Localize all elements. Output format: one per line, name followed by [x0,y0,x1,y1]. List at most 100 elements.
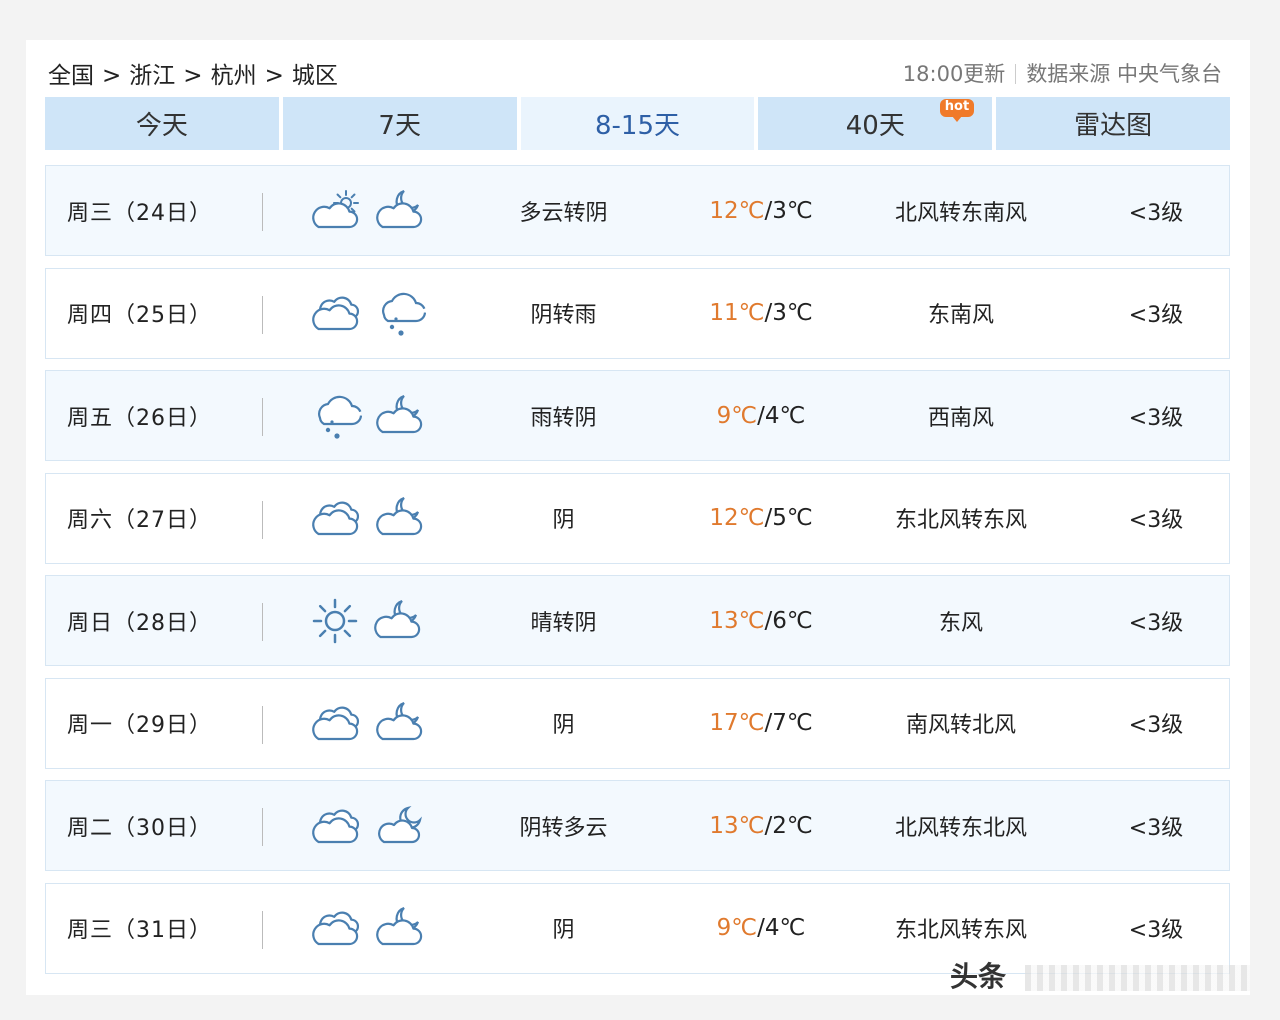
weather-icons [310,679,440,768]
forecast-row: 周六（27日） 阴 12℃/5℃ 东北风转东风 <3级 [45,472,1230,564]
temp-separator: / [764,197,773,224]
low-temperature: 3℃ [772,197,813,224]
temperature-range: 13℃/6℃ [666,576,856,665]
temperature-range: 12℃/3℃ [666,166,856,255]
weather-icons [310,474,440,563]
forecast-row: 周一（29日） 阴 17℃/7℃ 南风转北风 <3级 [45,677,1230,769]
temperature-range: 13℃/2℃ [666,781,856,870]
cloudy-night-icon [372,599,424,643]
watermark-text: 头条 [950,960,1007,993]
tab-label: 今天 [135,111,188,141]
forecast-row: 周日（28日） 晴转阴 13℃/6℃ 东风 <3级 [45,575,1230,666]
cloudy-icon [310,804,362,848]
wind-direction: 东南风 [927,303,994,328]
breadcrumb-urban: 城区 [291,63,338,89]
cloudy-icon [310,906,362,950]
cloudy-icon [310,496,362,540]
temperature-range: 12℃/5℃ [666,474,856,563]
breadcrumb-hangzhou[interactable]: 杭州 [211,56,257,90]
wind-level: <3级 [1128,610,1184,636]
temp-separator: / [764,812,773,839]
divider [262,808,263,846]
forecast-date: 周五（26日） [67,405,212,431]
wind-level: <3级 [1128,303,1184,328]
forecast-row: 周四（25日） 阴转雨 11℃/3℃ 东南风 <3级 [45,267,1230,359]
high-temperature: 12℃ [709,505,765,531]
temperature-range: 9℃/4℃ [666,884,856,973]
temp-separator: / [764,710,773,736]
forecast-date: 周六（27日） [67,508,212,533]
temperature-range: 9℃/4℃ [666,371,856,460]
breadcrumb: 全国 > 浙江 > 杭州 > 城区 [48,56,338,90]
update-info: 18:00更新 数据来源 中央气象台 [903,58,1222,88]
weather-description: 阴 [552,918,575,943]
low-temperature: 3℃ [772,300,813,326]
weather-icons [310,269,440,358]
temp-separator: / [757,915,765,941]
wind-level: <3级 [1128,405,1184,431]
weather-description: 晴转阴 [530,610,597,636]
weather-icons [310,781,440,870]
low-temperature: 6℃ [772,607,813,634]
temp-separator: / [757,402,765,429]
forecast-date: 周日（28日） [67,610,212,636]
weather-icons [310,884,440,973]
sun-icon [310,597,360,645]
breadcrumb-separator: > [183,63,203,89]
forecast-row: 周二（30日） 阴转多云 13℃/2℃ 北风转东北风 <3级 [45,780,1230,871]
tab-40-days[interactable]: 40天 hot [758,97,993,150]
watermark-bar [1025,965,1250,991]
low-temperature: 2℃ [772,812,813,839]
wind-level: <3级 [1128,815,1184,841]
breadcrumb-zhejiang[interactable]: 浙江 [129,56,175,90]
forecast-row: 周三（24日） 多云转阴 12℃/3℃ 北风转东南风 <3级 [45,165,1230,256]
hot-badge: hot [939,99,975,122]
temp-separator: / [764,607,773,634]
forecast-row: 周五（26日） 雨转阴 9℃/4℃ 西南风 <3级 [45,370,1230,461]
forecast-date: 周四（25日） [67,303,212,328]
wind-level: <3级 [1128,200,1184,226]
tab-label: 8-15天 [594,111,680,141]
update-time: 18:00更新 [902,62,1006,86]
high-temperature: 13℃ [709,812,765,839]
weather-description: 雨转阴 [530,405,597,431]
high-temperature: 13℃ [709,607,765,634]
divider [262,193,263,231]
weather-icons [310,576,440,665]
cloudy-icon [310,291,362,335]
wind-level: <3级 [1128,508,1184,533]
breadcrumb-national[interactable]: 全国 [48,56,94,90]
rain-icon [374,289,426,337]
weather-description: 阴 [552,713,575,738]
forecast-date: 周三（31日） [67,918,212,943]
low-temperature: 7℃ [772,710,813,736]
divider [262,603,263,641]
temperature-range: 17℃/7℃ [666,679,856,768]
weather-icons [310,371,440,460]
wind-level: <3级 [1128,918,1184,943]
forecast-card: 全国 > 浙江 > 杭州 > 城区 18:00更新 数据来源 中央气象台 今天 7天 8-15… [26,40,1250,995]
divider [262,295,263,334]
cloudy-night-icon [374,394,426,438]
divider [262,705,263,744]
low-temperature: 5℃ [772,505,813,531]
cloudy-night-icon [374,496,426,540]
partly-cloudy-icon [310,189,362,233]
divider [262,500,263,539]
cloudy-night-icon [374,701,426,745]
tab-today[interactable]: 今天 [45,97,279,150]
weather-description: 阴转多云 [519,815,608,841]
temp-separator: / [764,505,773,531]
forecast-date: 周一（29日） [67,713,212,738]
tab-label: 7天 [378,111,421,141]
tab-radar[interactable]: 雷达图 [996,97,1230,150]
wind-direction: 北风转东南风 [894,200,1027,226]
tab-7-days[interactable]: 7天 [282,97,517,150]
high-temperature: 11℃ [709,300,765,326]
tab-8-15-days[interactable]: 8-15天 [520,97,755,150]
divider [1015,64,1017,84]
wind-level: <3级 [1128,713,1184,738]
low-temperature: 4℃ [764,402,806,429]
temp-separator: / [764,300,773,326]
data-source: 数据来源 中央气象台 [1026,62,1222,86]
